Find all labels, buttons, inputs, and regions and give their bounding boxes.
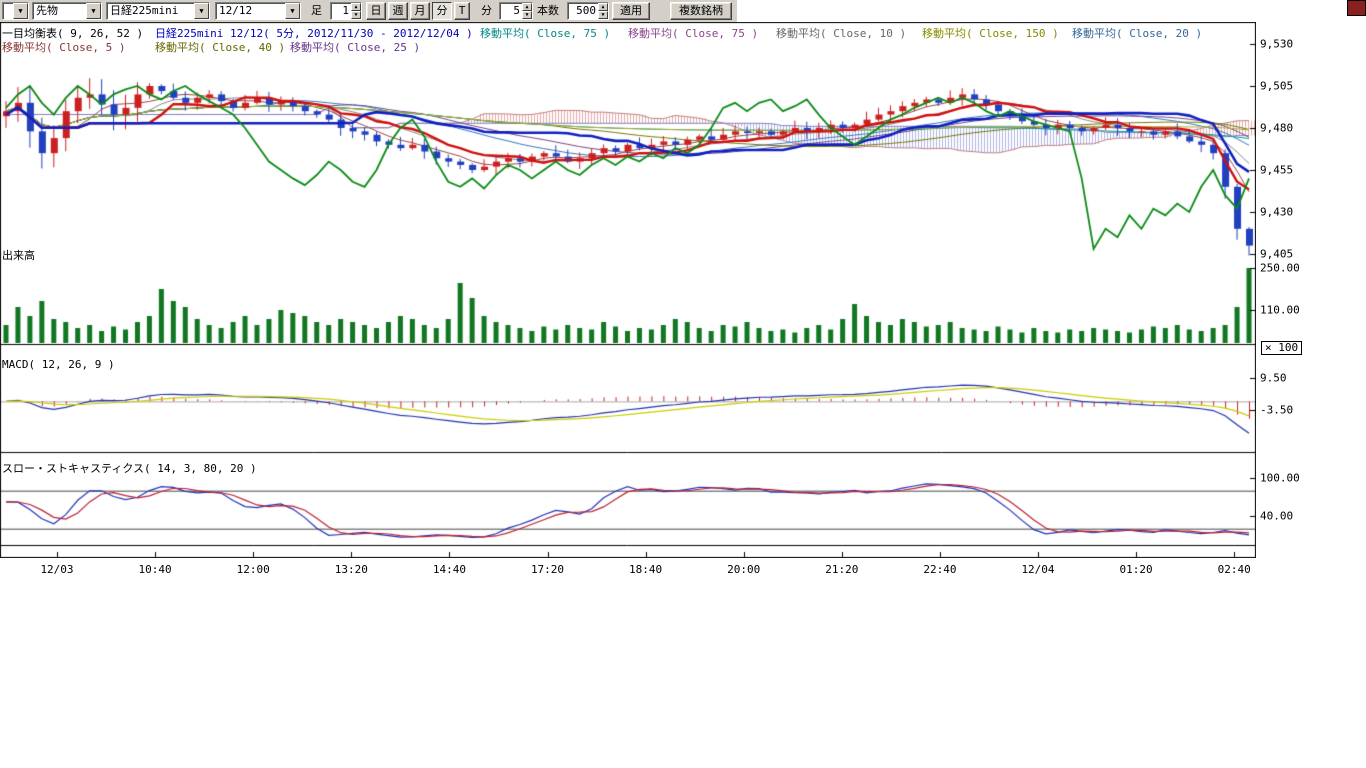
x-axis-label: 01:20 — [1120, 563, 1153, 576]
price-axis-label: 9,430 — [1260, 206, 1293, 219]
interval-value: 1 — [331, 3, 351, 19]
spin-down-icon[interactable]: ▼ — [351, 11, 361, 19]
macd-panel-title: MACD( 12, 26, 9 ) — [2, 358, 115, 371]
period-tick-button[interactable]: T — [454, 2, 470, 20]
dropdown-arrow-icon[interactable]: ▼ — [194, 3, 209, 19]
x-axis-label: 12:00 — [237, 563, 270, 576]
x-axis: 12/03 10:40 12:00 13:20 14:40 17:20 18:4… — [0, 563, 1280, 578]
spin-up-icon[interactable]: ▲ — [598, 3, 608, 11]
legend-row-1: 一目均衡表( 9, 26, 52 ) 日経225mini 12/12( 5分, … — [0, 25, 1250, 38]
spin-down-icon[interactable]: ▼ — [522, 11, 532, 19]
symbol-combo[interactable]: 日経225mini ▼ — [106, 2, 210, 20]
x-axis-label: 17:20 — [531, 563, 564, 576]
count-label: 本数 — [537, 2, 559, 20]
symbol-combo-value: 日経225mini — [107, 3, 194, 19]
date-combo[interactable]: 12/12 ▼ — [215, 2, 301, 20]
legend-ma5: 移動平均( Close, 5 ) — [2, 39, 125, 55]
corner-box — [1347, 0, 1366, 16]
x-axis-label: 22:40 — [923, 563, 956, 576]
ashi-label: 足 — [311, 2, 322, 20]
price-axis-label: 9,405 — [1260, 248, 1293, 261]
x-axis-label: 10:40 — [139, 563, 172, 576]
price-axis-label: 9,505 — [1260, 80, 1293, 93]
market-combo-value: 先物 — [33, 3, 86, 19]
volume-axis-label: 110.00 — [1260, 304, 1300, 317]
x-axis-label: 21:20 — [825, 563, 858, 576]
x-axis-label: 12/03 — [40, 563, 73, 576]
apply-button[interactable]: 適用 — [612, 2, 650, 20]
volume-multiplier-badge: × 100 — [1261, 341, 1302, 355]
multi-symbol-button[interactable]: 複数銘柄 — [670, 2, 732, 20]
barcount-spinner[interactable]: 500 ▲▼ — [567, 2, 609, 20]
app-window: ▼ 先物 ▼ 日経225mini ▼ 12/12 ▼ 足 1 ▲▼ 日 週 月 … — [0, 0, 1366, 768]
x-axis-label: 20:00 — [727, 563, 760, 576]
macd-axis-label: 9.50 — [1260, 372, 1287, 385]
minute-label: 分 — [481, 2, 492, 20]
minutes-spinner[interactable]: 5 ▲▼ — [499, 2, 533, 20]
period-week-button[interactable]: 週 — [388, 2, 408, 20]
period-minute-button[interactable]: 分 — [432, 2, 452, 20]
market-combo[interactable]: 先物 ▼ — [32, 2, 102, 20]
volume-panel-title: 出来高 — [2, 247, 35, 263]
dropdown-arrow-icon[interactable]: ▼ — [285, 3, 300, 19]
minutes-value: 5 — [500, 3, 522, 19]
legend-row-2: 移動平均( Close, 5 ) 移動平均( Close, 40 ) 移動平均(… — [0, 39, 1250, 52]
macd-axis-label: -3.50 — [1260, 404, 1293, 417]
left-combo[interactable]: ▼ — [2, 2, 29, 20]
period-day-button[interactable]: 日 — [366, 2, 386, 20]
spin-up-icon[interactable]: ▲ — [522, 3, 532, 11]
price-chart-canvas[interactable] — [0, 22, 1256, 558]
barcount-value: 500 — [568, 3, 598, 19]
dropdown-arrow-icon[interactable]: ▼ — [86, 3, 101, 19]
legend-ma25: 移動平均( Close, 25 ) — [290, 39, 420, 55]
x-axis-label: 12/04 — [1021, 563, 1054, 576]
date-combo-value: 12/12 — [216, 3, 285, 19]
legend-ma40: 移動平均( Close, 40 ) — [155, 39, 285, 55]
spin-up-icon[interactable]: ▲ — [351, 3, 361, 11]
x-axis-label: 14:40 — [433, 563, 466, 576]
x-axis-label: 13:20 — [335, 563, 368, 576]
stoch-axis-label: 100.00 — [1260, 472, 1300, 485]
spin-down-icon[interactable]: ▼ — [598, 11, 608, 19]
stoch-axis-label: 40.00 — [1260, 509, 1293, 522]
x-axis-label: 18:40 — [629, 563, 662, 576]
interval-spinner[interactable]: 1 ▲▼ — [330, 2, 362, 20]
x-axis-label: 02:40 — [1218, 563, 1251, 576]
price-axis-label: 9,530 — [1260, 38, 1293, 51]
toolbar: ▼ 先物 ▼ 日経225mini ▼ 12/12 ▼ 足 1 ▲▼ 日 週 月 … — [0, 0, 737, 22]
price-axis-label: 9,455 — [1260, 164, 1293, 177]
dropdown-arrow-icon[interactable]: ▼ — [13, 3, 28, 19]
stoch-panel-title: スロー・ストキャスティクス( 14, 3, 80, 20 ) — [2, 460, 257, 476]
price-axis-label: 9,480 — [1260, 122, 1293, 135]
volume-axis-label: 250.00 — [1260, 262, 1300, 275]
period-month-button[interactable]: 月 — [410, 2, 430, 20]
